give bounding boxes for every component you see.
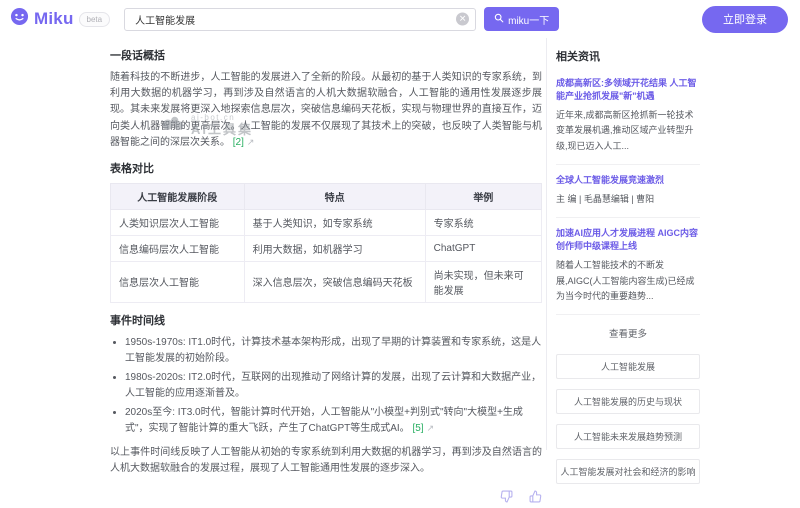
clear-search-icon[interactable]: ✕ bbox=[456, 13, 469, 26]
summary-paragraph: 随着科技的不断进步，人工智能的发展进入了全新的阶段。从最初的基于人类知识的专家系… bbox=[110, 70, 542, 151]
comparison-table: 人工智能发展阶段 特点 举例 人类知识层次人工智能 基于人类知识，如专家系统 专… bbox=[110, 183, 542, 303]
view-more-link[interactable]: 查看更多 bbox=[556, 315, 700, 354]
timeline-item: 1980s-2020s: IT2.0时代，互联网的出现推动了网络计算的发展，出现… bbox=[125, 370, 542, 402]
table-header-row: 人工智能发展阶段 特点 举例 bbox=[111, 183, 542, 209]
news-snippet: 近年来,成都高新区抢抓新一轮技术变革发展机遇,推动区域产业转型升级,现已迈入人工… bbox=[556, 108, 700, 154]
news-item: 成都高新区:多领域开花结果 人工智能产业抢抓发展"新"机遇 近年来,成都高新区抢… bbox=[556, 68, 700, 165]
brand-logo[interactable]: Miku beta bbox=[10, 7, 110, 31]
news-title-link[interactable]: 全球人工智能发展竞速激烈 bbox=[556, 174, 700, 187]
timeline-list: 1950s-1970s: IT1.0时代，计算技术基本架构形成，出现了早期的计算… bbox=[110, 335, 542, 437]
search-button[interactable]: miku一下 bbox=[484, 7, 559, 31]
news-title-link[interactable]: 加速AI应用人才发展进程 AIGC内容创作师中级课程上线 bbox=[556, 227, 700, 253]
table-cell: 信息层次人工智能 bbox=[111, 261, 245, 302]
news-snippet: 主 编 | 毛晶慧编辑 | 曹阳 bbox=[556, 192, 700, 207]
thumbs-up-icon[interactable] bbox=[529, 490, 542, 508]
table-row: 信息编码层次人工智能 利用大数据，如机器学习 ChatGPT bbox=[111, 235, 542, 261]
timeline-item: 2020s至今: IT3.0时代，智能计算时代开始，人工智能从"小模型+判别式"… bbox=[125, 405, 542, 437]
table-cell: 基于人类知识，如专家系统 bbox=[244, 209, 425, 235]
news-title-link[interactable]: 成都高新区:多领域开花结果 人工智能产业抢抓发展"新"机遇 bbox=[556, 77, 700, 103]
summary-section-title: 一段话概括 bbox=[110, 47, 542, 63]
beta-badge: beta bbox=[79, 12, 111, 27]
table-cell: 深入信息层次，突破信息编码天花板 bbox=[244, 261, 425, 302]
search-bar: ✕ bbox=[124, 8, 476, 31]
search-button-label: miku一下 bbox=[508, 12, 549, 27]
table-row: 信息层次人工智能 深入信息层次，突破信息编码天花板 尚未实现，但未来可能发展 bbox=[111, 261, 542, 302]
table-row: 人类知识层次人工智能 基于人类知识，如专家系统 专家系统 bbox=[111, 209, 542, 235]
table-cell: 尚未实现，但未来可能发展 bbox=[425, 261, 541, 302]
related-search-button[interactable]: 人工智能发展的历史与现状 bbox=[556, 389, 700, 414]
external-link-icon[interactable]: ↗ bbox=[427, 423, 435, 433]
miku-face-icon bbox=[10, 7, 29, 31]
citation-link[interactable]: [5] bbox=[412, 423, 423, 434]
thumbs-down-icon[interactable] bbox=[500, 490, 513, 508]
table-header-cell: 人工智能发展阶段 bbox=[111, 183, 245, 209]
news-item: 全球人工智能发展竞速激烈 主 编 | 毛晶慧编辑 | 曹阳 bbox=[556, 165, 700, 218]
citation-link[interactable]: [2] bbox=[233, 137, 244, 148]
vertical-divider bbox=[546, 38, 547, 450]
table-cell: 专家系统 bbox=[425, 209, 541, 235]
table-cell: 信息编码层次人工智能 bbox=[111, 235, 245, 261]
table-header-cell: 特点 bbox=[244, 183, 425, 209]
table-header-cell: 举例 bbox=[425, 183, 541, 209]
timeline-item: 1950s-1970s: IT1.0时代，计算技术基本架构形成，出现了早期的计算… bbox=[125, 335, 542, 367]
login-button[interactable]: 立即登录 bbox=[702, 6, 788, 33]
timeline-section-title: 事件时间线 bbox=[110, 312, 542, 328]
related-search-button[interactable]: 人工智能发展对社会和经济的影响 bbox=[556, 459, 700, 484]
header: Miku beta ✕ miku一下 立即登录 bbox=[0, 0, 800, 38]
table-cell: ChatGPT bbox=[425, 235, 541, 261]
search-icon bbox=[494, 13, 504, 26]
table-section-title: 表格对比 bbox=[110, 160, 542, 176]
external-link-icon[interactable]: ↗ bbox=[247, 137, 255, 147]
news-snippet: 随着人工智能技术的不断发展,AIGC(人工智能内容生成)已经成为当今时代的重要趋… bbox=[556, 258, 700, 304]
related-news-panel: 相关资讯 成都高新区:多领域开花结果 人工智能产业抢抓发展"新"机遇 近年来,成… bbox=[556, 38, 700, 494]
answer-panel: 一段话概括 随着科技的不断进步，人工智能的发展进入了全新的阶段。从最初的基于人类… bbox=[110, 38, 542, 508]
table-cell: 人类知识层次人工智能 bbox=[111, 209, 245, 235]
sidebar-title: 相关资讯 bbox=[556, 48, 700, 64]
table-cell: 利用大数据，如机器学习 bbox=[244, 235, 425, 261]
brand-name: Miku bbox=[34, 9, 74, 29]
news-item: 加速AI应用人才发展进程 AIGC内容创作师中级课程上线 随着人工智能技术的不断… bbox=[556, 218, 700, 315]
related-search-button[interactable]: 人工智能发展 bbox=[556, 354, 700, 379]
search-input[interactable] bbox=[124, 8, 476, 31]
related-search-button[interactable]: 人工智能未来发展趋势预测 bbox=[556, 424, 700, 449]
feedback-actions bbox=[110, 490, 542, 508]
